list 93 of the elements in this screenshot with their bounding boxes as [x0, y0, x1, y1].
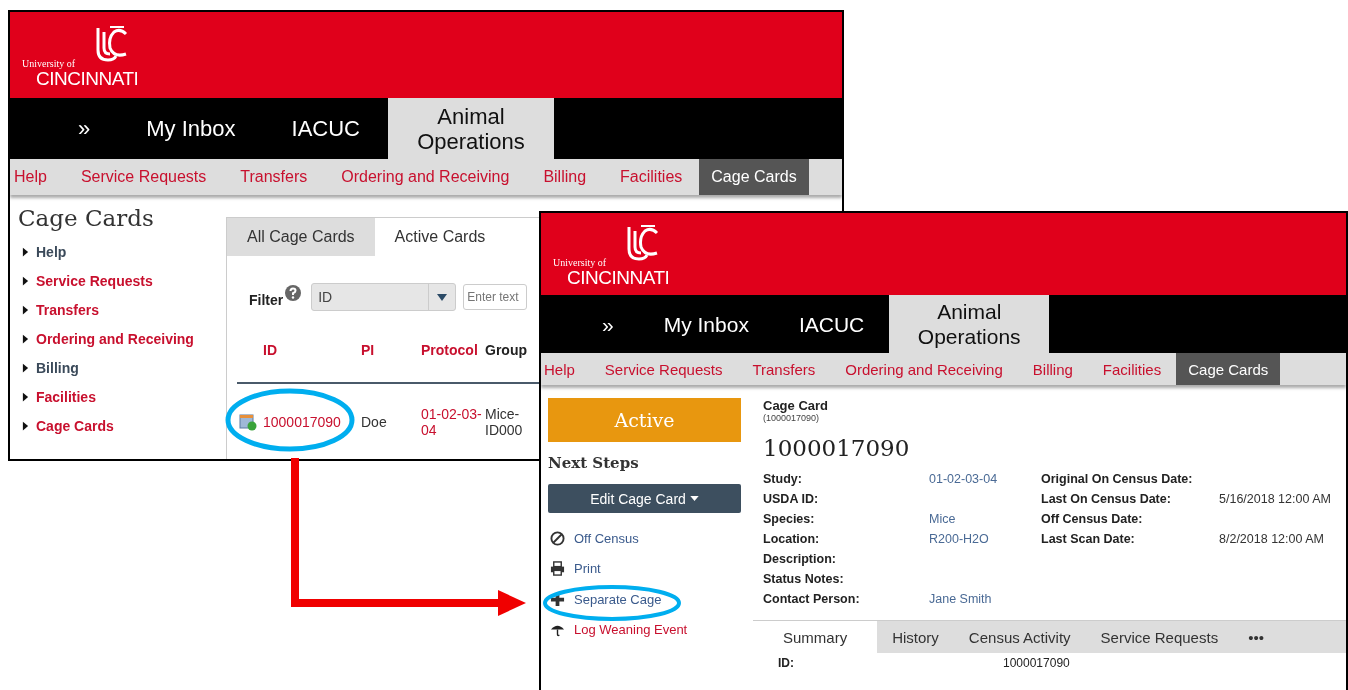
sidebar-link[interactable]: Transfers — [36, 301, 100, 318]
action-link[interactable]: Separate Cage — [574, 591, 662, 607]
card-subtitle: (1000017090) — [763, 413, 821, 423]
sidebar-link[interactable]: Cage Cards — [36, 417, 114, 434]
sidebar-link[interactable]: Ordering and Receiving — [36, 330, 194, 347]
subnav-tab[interactable]: Facilities — [603, 159, 700, 195]
tab[interactable]: Service Requests — [1085, 621, 1234, 653]
field-label: Last On Census Date: — [1041, 492, 1171, 506]
tab[interactable]: Summary — [753, 621, 878, 653]
field-value: 5/16/2018 12:00 AM — [1219, 492, 1331, 506]
sidebar-link[interactable]: Billing — [36, 359, 79, 376]
field-label: Original On Census Date: — [1041, 472, 1193, 486]
subnav-tab[interactable]: Transfers — [223, 159, 325, 195]
field-value: Mice — [929, 512, 956, 526]
subnav-tab[interactable]: Ordering and Receiving — [830, 353, 1018, 385]
status-badge: Active — [548, 398, 741, 442]
caret-right-icon — [22, 333, 29, 344]
field-value: 01-02-03-04 — [929, 472, 998, 486]
sidebar-link[interactable]: Help — [36, 243, 67, 260]
column-header[interactable]: Protocol — [421, 342, 485, 358]
nav-tab[interactable]: IACUC — [773, 295, 890, 353]
subnav-tab[interactable]: Billing — [1017, 353, 1088, 385]
table-cell-text: Mice-ID000 — [485, 406, 524, 438]
caret-right-icon — [22, 391, 29, 402]
column-header[interactable]: PI — [361, 342, 421, 358]
action-link[interactable]: Off Census — [574, 530, 639, 546]
cage-card-icon — [239, 413, 257, 431]
field-label: Location: — [763, 531, 821, 548]
caret-down-icon — [689, 496, 699, 501]
sidebar-link[interactable]: Service Requests — [36, 272, 153, 289]
logo-wordmark: CINCINNATI — [36, 68, 139, 90]
table-cell-text: Doe — [361, 414, 388, 430]
subnav-tab[interactable]: Service Requests — [589, 353, 738, 385]
field-label: Status Notes: — [763, 571, 845, 588]
dropdown-caret-icon — [437, 293, 448, 301]
field-label: ID: — [777, 656, 795, 670]
page-title: Cage Cards — [18, 205, 155, 231]
field-label: Off Census Date: — [1041, 512, 1143, 526]
nav-tab[interactable]: My Inbox — [638, 295, 774, 353]
printer-icon — [550, 561, 565, 577]
field-label: Description: — [763, 551, 837, 568]
subnav-tab[interactable]: Help — [10, 159, 64, 195]
filter-select[interactable]: ID — [311, 283, 457, 311]
subnav-tab[interactable]: Cage Cards — [1176, 353, 1281, 385]
caret-right-icon — [22, 246, 29, 257]
card-id-heading: 1000017090 — [763, 435, 911, 461]
cage-card-link[interactable]: 1000017090 — [263, 414, 341, 430]
tab[interactable]: All Cage Cards — [227, 218, 375, 256]
card-label: Cage Card — [763, 398, 830, 413]
logo-text: University of — [553, 257, 607, 268]
caret-right-icon — [22, 304, 29, 315]
filter-input-field[interactable]: Enter text — [463, 284, 528, 310]
subnav-tab[interactable]: Help — [541, 353, 590, 385]
subnav-tab[interactable]: Cage Cards — [699, 159, 809, 195]
nav-tab[interactable]: My Inbox — [118, 98, 264, 159]
column-header[interactable]: ID — [237, 342, 361, 358]
subnav-tab[interactable]: Facilities — [1087, 353, 1177, 385]
field-value: 8/2/2018 12:00 AM — [1219, 532, 1324, 546]
field-value: 1000017090 — [1003, 656, 1070, 670]
tab[interactable]: ••• — [1233, 621, 1279, 653]
tab[interactable]: Census Activity — [953, 621, 1086, 653]
table-cell-text: 01-02-03-04 — [421, 406, 483, 438]
caret-right-icon — [22, 362, 29, 373]
column-header[interactable]: Group — [485, 342, 533, 358]
caret-right-icon — [22, 420, 29, 431]
action-link[interactable]: Print — [574, 561, 601, 577]
section-heading: Next Steps — [548, 454, 640, 472]
logo-text: University of — [22, 58, 76, 69]
field-label: Last Scan Date: — [1041, 532, 1135, 546]
edit-cage-card-button[interactable]: Edit Cage Card — [548, 484, 741, 513]
field-label: Species: — [763, 511, 816, 528]
field-label: Contact Person: — [763, 591, 861, 608]
field-label: Study: — [763, 471, 803, 488]
nav-tab[interactable]: » — [577, 295, 639, 353]
caret-right-icon — [22, 275, 29, 286]
nav-tab[interactable]: Animal Operations — [387, 98, 554, 159]
subnav-tab[interactable]: Ordering and Receiving — [324, 159, 527, 195]
subnav-tab[interactable]: Transfers — [737, 353, 831, 385]
field-label: USDA ID: — [763, 491, 820, 508]
subnav-tab[interactable]: Billing — [526, 159, 604, 195]
field-value: R200-H2O — [929, 532, 989, 546]
sidebar-link[interactable]: Facilities — [36, 388, 96, 405]
action-link[interactable]: Log Weaning Event — [574, 622, 688, 638]
tab[interactable]: History — [877, 621, 954, 653]
field-value: Jane Smith — [929, 592, 992, 606]
help-icon[interactable] — [285, 285, 302, 301]
nav-tab[interactable]: IACUC — [263, 98, 388, 159]
subnav-tab[interactable]: Service Requests — [63, 159, 224, 195]
filter-label: Filter — [249, 292, 284, 308]
nav-tab[interactable]: » — [50, 98, 119, 159]
nav-tab[interactable]: Animal Operations — [889, 295, 1050, 353]
logo-wordmark: CINCINNATI — [567, 267, 670, 289]
ban-icon — [550, 530, 565, 546]
